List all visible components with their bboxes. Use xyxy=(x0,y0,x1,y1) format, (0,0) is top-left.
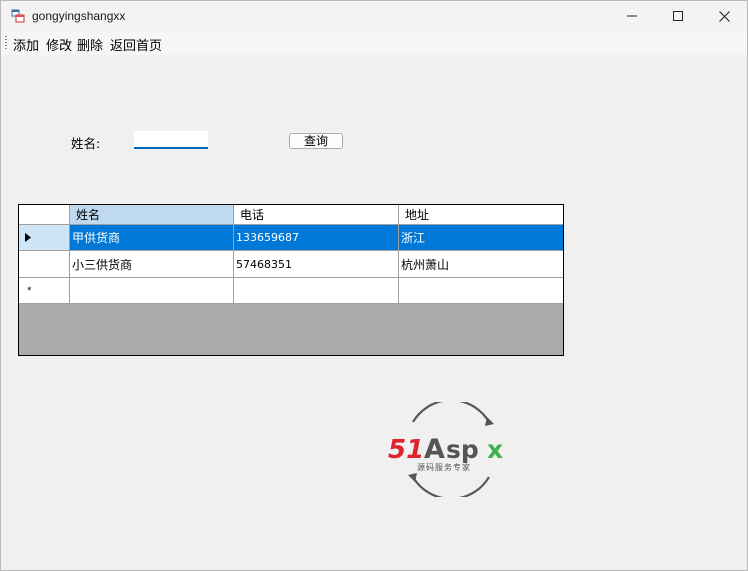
cell-phone[interactable]: 57468351 xyxy=(234,251,399,278)
column-header-name[interactable]: 姓名 xyxy=(70,205,234,225)
window-title: gongyingshangxx xyxy=(32,9,126,23)
maximize-button[interactable] xyxy=(655,1,701,31)
cell-address[interactable]: 浙江 xyxy=(399,225,563,251)
new-row-marker: * xyxy=(19,278,70,304)
watermark-sp: sp xyxy=(446,435,479,464)
cell-name[interactable]: 甲供货商 xyxy=(70,225,234,251)
cell-phone[interactable]: 133659687 xyxy=(234,225,399,251)
menu-item-add[interactable]: 添加 xyxy=(13,35,39,54)
cell-address[interactable]: 杭州萧山 xyxy=(399,251,563,278)
menu-item-edit[interactable]: 修改 xyxy=(46,35,72,54)
menu-grip[interactable] xyxy=(5,36,7,50)
new-cell-address[interactable] xyxy=(399,278,563,304)
maximize-icon xyxy=(673,11,683,21)
name-search-input[interactable] xyxy=(134,131,208,149)
query-button[interactable]: 查询 xyxy=(289,133,343,149)
grid-header-row: 姓名 电话 地址 xyxy=(19,205,563,225)
watermark-tagline: 源码服务专家 xyxy=(417,462,471,472)
app-icon xyxy=(11,9,25,23)
watermark-a: A xyxy=(424,434,445,465)
close-button[interactable] xyxy=(701,1,747,31)
watermark-logo: 51 A sp x 源码服务专家 xyxy=(388,402,503,497)
main-window: gongyingshangxx 添加 修改 删除 返回首页 姓名: 查询 姓名 … xyxy=(0,0,748,571)
minimize-button[interactable] xyxy=(609,1,655,31)
menu-item-home[interactable]: 返回首页 xyxy=(110,35,162,54)
data-grid[interactable]: 姓名 电话 地址 甲供货商 133659687 浙江 小三供货商 5746835… xyxy=(18,204,564,356)
watermark-x: x xyxy=(487,435,503,464)
current-row-arrow-icon xyxy=(25,233,31,242)
cell-name[interactable]: 小三供货商 xyxy=(70,251,234,278)
watermark-51: 51 xyxy=(388,435,424,465)
row-header[interactable] xyxy=(19,225,70,251)
new-row[interactable]: * xyxy=(19,278,563,304)
minimize-icon xyxy=(627,15,637,17)
name-label: 姓名: xyxy=(71,136,101,151)
new-cell-name[interactable] xyxy=(70,278,234,304)
title-bar[interactable]: gongyingshangxx xyxy=(1,1,747,31)
row-header[interactable] xyxy=(19,251,70,278)
menu-strip: 添加 修改 删除 返回首页 xyxy=(1,31,747,55)
table-row[interactable]: 甲供货商 133659687 浙江 xyxy=(19,225,563,251)
menu-item-delete[interactable]: 删除 xyxy=(77,35,103,54)
close-icon xyxy=(718,10,730,22)
column-header-address[interactable]: 地址 xyxy=(399,205,563,225)
new-cell-phone[interactable] xyxy=(234,278,399,304)
table-row[interactable]: 小三供货商 57468351 杭州萧山 xyxy=(19,251,563,278)
column-header-phone[interactable]: 电话 xyxy=(234,205,399,225)
grid-corner-header[interactable] xyxy=(19,205,70,225)
